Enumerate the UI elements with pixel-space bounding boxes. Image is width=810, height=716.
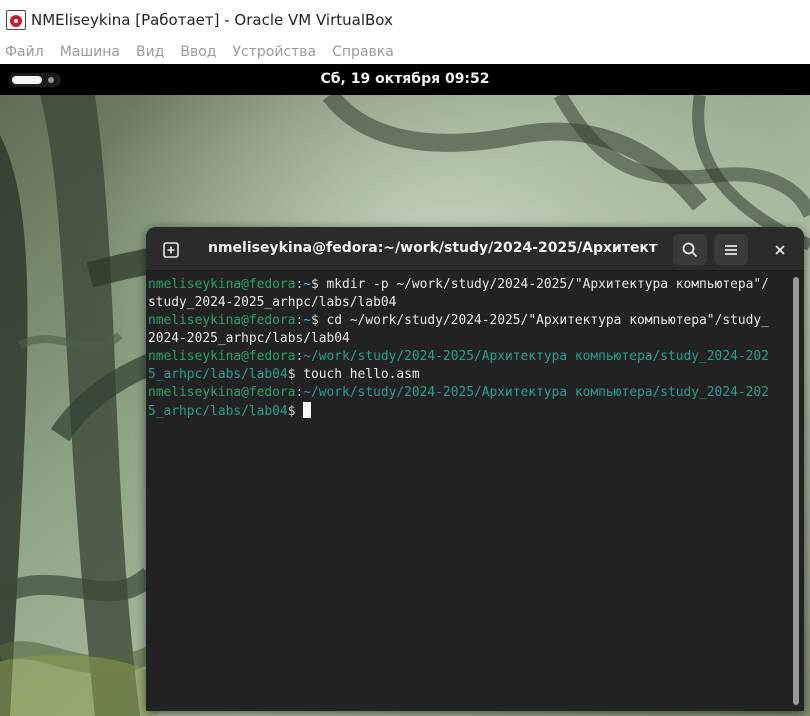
new-tab-button[interactable] [155, 234, 186, 265]
text-cursor [303, 402, 312, 418]
close-icon [774, 244, 785, 255]
hamburger-menu-icon [725, 244, 737, 255]
menu-view[interactable]: Вид [136, 44, 164, 60]
search-icon [682, 242, 698, 257]
clock[interactable]: Сб, 19 октября 09:52 [0, 71, 810, 87]
menu-devices[interactable]: Устройства [233, 44, 317, 60]
terminal-title: nmeliseykina@fedora:~/work/study/2024-20… [208, 240, 658, 256]
terminal-headerbar: nmeliseykina@fedora:~/work/study/2024-20… [146, 227, 804, 271]
menu-help[interactable]: Справка [332, 44, 394, 60]
terminal-line: nmeliseykina@fedora:~$ mkdir -p ~/work/s… [148, 277, 769, 292]
menu-machine[interactable]: Машина [60, 44, 120, 60]
menu-button[interactable] [714, 234, 748, 265]
window-title: NMEliseykina [Работает] - Oracle VM Virt… [31, 11, 393, 29]
terminal-line: study_2024-2025_arhpc/labs/lab04 [148, 295, 397, 310]
terminal-line: nmeliseykina@fedora:~$ cd ~/work/study/2… [148, 313, 769, 328]
plus-square-icon [162, 241, 179, 258]
terminal-line: 5_arhpc/labs/lab04$ [148, 402, 788, 420]
virtualbox-menubar: Файл Машина Вид Ввод Устройства Справка [0, 40, 810, 64]
virtualbox-app-icon [6, 10, 26, 30]
terminal-line: 2024-2025_arhpc/labs/lab04 [148, 331, 350, 346]
close-button[interactable] [764, 234, 795, 265]
gnome-top-bar: Сб, 19 октября 09:52 [0, 64, 810, 95]
virtualbox-titlebar: NMEliseykina [Работает] - Oracle VM Virt… [0, 0, 810, 40]
terminal-line: 5_arhpc/labs/lab04$ touch hello.asm [148, 367, 420, 382]
menu-file[interactable]: Файл [5, 44, 44, 60]
terminal-scrollbar[interactable] [793, 277, 799, 705]
terminal-line: nmeliseykina@fedora:~/work/study/2024-20… [148, 349, 769, 364]
search-button[interactable] [673, 234, 707, 265]
terminal-line: nmeliseykina@fedora:~/work/study/2024-20… [148, 385, 769, 400]
menu-input[interactable]: Ввод [180, 44, 216, 60]
terminal-output[interactable]: nmeliseykina@fedora:~$ mkdir -p ~/work/s… [148, 276, 788, 706]
terminal-window: nmeliseykina@fedora:~/work/study/2024-20… [146, 227, 804, 711]
